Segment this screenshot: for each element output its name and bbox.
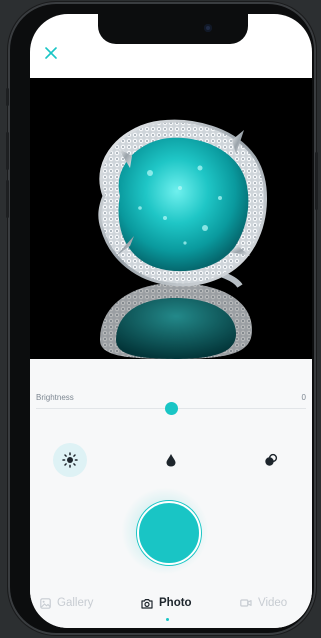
video-icon	[240, 599, 252, 607]
contrast-mode-button[interactable]	[154, 443, 188, 477]
saturation-mode-button[interactable]	[254, 443, 288, 477]
tab-video-label: Video	[258, 597, 288, 609]
notch	[98, 14, 248, 44]
brightness-label: Brightness	[36, 393, 74, 402]
photo-preview	[30, 78, 312, 359]
volume-down-button	[6, 180, 9, 218]
app-screen: Brightness 0 Gallery Photo Video	[30, 14, 312, 628]
tab-video[interactable]: Video	[240, 595, 287, 611]
front-camera	[204, 24, 212, 32]
close-button[interactable]	[40, 42, 62, 64]
brightness-slider-thumb[interactable]	[164, 402, 178, 415]
drop-icon	[166, 454, 176, 467]
brightness-mode-button[interactable]	[53, 443, 87, 477]
tab-gallery-label: Gallery	[57, 597, 94, 609]
active-tab-indicator	[166, 618, 169, 621]
camera-icon	[141, 598, 153, 609]
close-icon	[45, 47, 57, 59]
mute-switch	[6, 88, 9, 106]
tab-gallery[interactable]: Gallery	[40, 595, 93, 611]
tab-photo-label: Photo	[159, 597, 192, 609]
power-button	[315, 152, 318, 210]
editor-controls: Brightness 0 Gallery Photo Video	[30, 359, 312, 628]
ring-photo	[98, 119, 267, 359]
tab-photo[interactable]: Photo	[141, 595, 192, 611]
brightness-value: 0	[301, 393, 306, 402]
phone-frame: Brightness 0 Gallery Photo Video	[6, 2, 318, 635]
volume-up-button	[6, 132, 9, 170]
shutter-button[interactable]	[137, 501, 201, 565]
sun-icon	[62, 452, 78, 468]
circles-icon	[265, 453, 278, 466]
image-icon	[40, 597, 51, 609]
